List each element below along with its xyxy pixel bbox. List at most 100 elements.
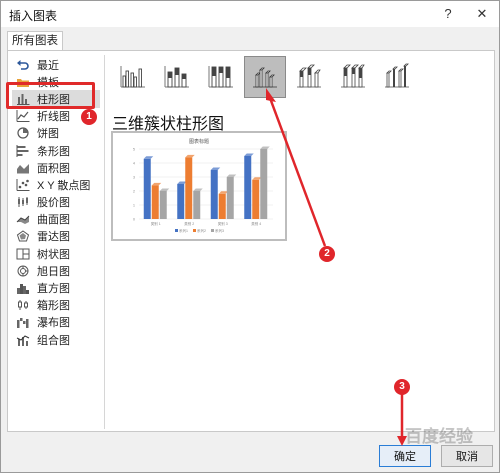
preview-bar	[185, 157, 193, 219]
sidebar-item-label: 条形图	[37, 145, 70, 158]
sidebar-item-label: 瀑布图	[37, 317, 70, 330]
box-whisker-chart-icon	[16, 299, 30, 311]
percent-stacked-column-icon	[208, 63, 234, 92]
preview-bar-top	[143, 156, 154, 159]
sidebar-item-box-whisker[interactable]: 箱形图	[12, 297, 100, 314]
insert-chart-dialog: 插入图表 ? ✕ 所有图表 最近 模板 柱形图 折线图 饼图 条形图 面积图 X…	[0, 0, 500, 473]
preview-bar	[218, 193, 226, 219]
close-button[interactable]: ✕	[471, 4, 493, 24]
preview-bar	[252, 179, 260, 219]
preview-bar	[260, 149, 268, 219]
stacked-column-icon	[164, 63, 190, 92]
sidebar-item-sunburst[interactable]: 旭日图	[12, 262, 100, 279]
sidebar-item-bar[interactable]: 条形图	[12, 142, 100, 159]
sidebar-item-label: 饼图	[37, 128, 59, 141]
preview-legend-swatch	[193, 229, 196, 232]
sidebar-item-waterfall[interactable]: 瀑布图	[12, 314, 100, 331]
preview-bar	[226, 177, 234, 219]
preview-bar	[210, 170, 218, 219]
sidebar-item-label: 折线图	[37, 111, 70, 124]
sidebar-item-histogram[interactable]: 直方图	[12, 279, 100, 296]
highlight-column-chart	[6, 82, 95, 109]
sidebar-item-scatter[interactable]: X Y 散点图	[12, 176, 100, 193]
preview-y-tick-label: 3	[133, 176, 135, 180]
3d-stacked-column-icon	[296, 63, 322, 92]
undo-icon	[16, 59, 30, 71]
preview-legend-label: 系列1	[179, 228, 188, 233]
pie-chart-icon	[16, 127, 30, 139]
preview-y-tick-label: 2	[133, 190, 135, 194]
preview-bar	[244, 156, 252, 219]
preview-legend-swatch	[211, 229, 214, 232]
subtype-stacked-column[interactable]	[156, 56, 198, 98]
dialog-title: 插入图表	[9, 9, 58, 23]
preview-bar-top	[244, 153, 254, 156]
sidebar-item-pie[interactable]: 饼图	[12, 125, 100, 142]
ok-button[interactable]: 确定	[379, 445, 431, 467]
step-badge-2: 2	[319, 246, 335, 262]
cancel-button[interactable]: 取消	[441, 445, 493, 467]
sidebar-item-label: 股价图	[37, 197, 70, 210]
sidebar-item-label: 组合图	[37, 334, 70, 347]
preview-bar-top	[185, 154, 195, 158]
sidebar-item-area[interactable]: 面积图	[12, 159, 100, 176]
waterfall-chart-icon	[16, 316, 30, 329]
preview-category-label: 类别 1	[151, 221, 161, 226]
sidebar-item-surface[interactable]: 曲面图	[12, 211, 100, 228]
preview-category-label: 类别 2	[184, 221, 194, 226]
panel-divider	[104, 55, 105, 429]
sidebar-item-label: 曲面图	[37, 214, 70, 227]
clustered-column-icon	[120, 63, 146, 92]
preview-y-tick-label: 4	[133, 162, 135, 166]
watermark: 百度经验	[405, 427, 473, 446]
sidebar-item-stock[interactable]: 股价图	[12, 194, 100, 211]
subtype-clustered-column[interactable]	[112, 56, 154, 98]
sidebar-item-label: X Y 散点图	[37, 179, 91, 192]
step-badge-1: 1	[81, 109, 97, 125]
stock-chart-icon	[16, 196, 30, 208]
chart-preview[interactable]: 图表标题 0 1 2 3 4 5 类别 1 类别 2 类别 3 类别 4 系列1 系列2 系列3	[111, 131, 287, 241]
preview-bar	[177, 184, 185, 219]
sidebar-item-recent[interactable]: 最近	[12, 56, 100, 73]
treemap-chart-icon	[16, 248, 30, 260]
preview-y-tick-label: 1	[133, 204, 135, 208]
subtype-3d-stacked-column[interactable]	[288, 56, 330, 98]
preview-chart-title: 图表标题	[189, 138, 209, 145]
subtype-percent-stacked-column[interactable]	[200, 56, 242, 98]
3d-percent-stacked-column-icon	[340, 63, 366, 92]
surface-chart-icon	[16, 213, 30, 225]
sidebar-item-label: 旭日图	[37, 265, 70, 278]
sidebar-item-label: 箱形图	[37, 300, 70, 313]
preview-bar-top	[159, 188, 170, 191]
preview-bar	[151, 185, 159, 219]
preview-bar-top	[210, 167, 221, 170]
combo-chart-icon	[16, 334, 30, 346]
sidebar-item-radar[interactable]: 雷达图	[12, 228, 100, 245]
sidebar-item-label: 面积图	[37, 162, 70, 175]
line-chart-icon	[16, 110, 30, 123]
3d-column-icon	[384, 63, 410, 92]
3d-clustered-column-icon	[252, 63, 278, 92]
subtype-3d-column[interactable]	[376, 56, 418, 98]
subtype-3d-percent-stacked-column[interactable]	[332, 56, 374, 98]
tab-all-charts[interactable]: 所有图表	[7, 31, 63, 51]
radar-chart-icon	[16, 230, 30, 242]
preview-bar	[193, 191, 201, 219]
preview-bar-top	[193, 188, 203, 191]
step-badge-3: 3	[394, 379, 410, 395]
preview-category-label: 类别 4	[251, 221, 261, 226]
sidebar-item-treemap[interactable]: 树状图	[12, 245, 100, 262]
preview-legend-swatch	[175, 229, 178, 232]
scatter-chart-icon	[16, 178, 30, 191]
subtype-3d-clustered-column[interactable]	[244, 56, 286, 98]
preview-category-label: 类别 3	[218, 221, 228, 226]
area-chart-icon	[16, 162, 30, 174]
preview-y-tick-label: 5	[133, 148, 135, 152]
sidebar-item-label: 最近	[37, 59, 59, 72]
preview-bar-top	[226, 174, 237, 177]
preview-bar	[143, 158, 151, 219]
histogram-chart-icon	[16, 282, 30, 295]
preview-chart-svg: 图表标题 0 1 2 3 4 5 类别 1 类别 2 类别 3 类别 4 系列1 系列2 系列3	[133, 138, 273, 233]
help-button[interactable]: ?	[437, 4, 459, 24]
sidebar-item-combo[interactable]: 组合图	[12, 331, 100, 348]
